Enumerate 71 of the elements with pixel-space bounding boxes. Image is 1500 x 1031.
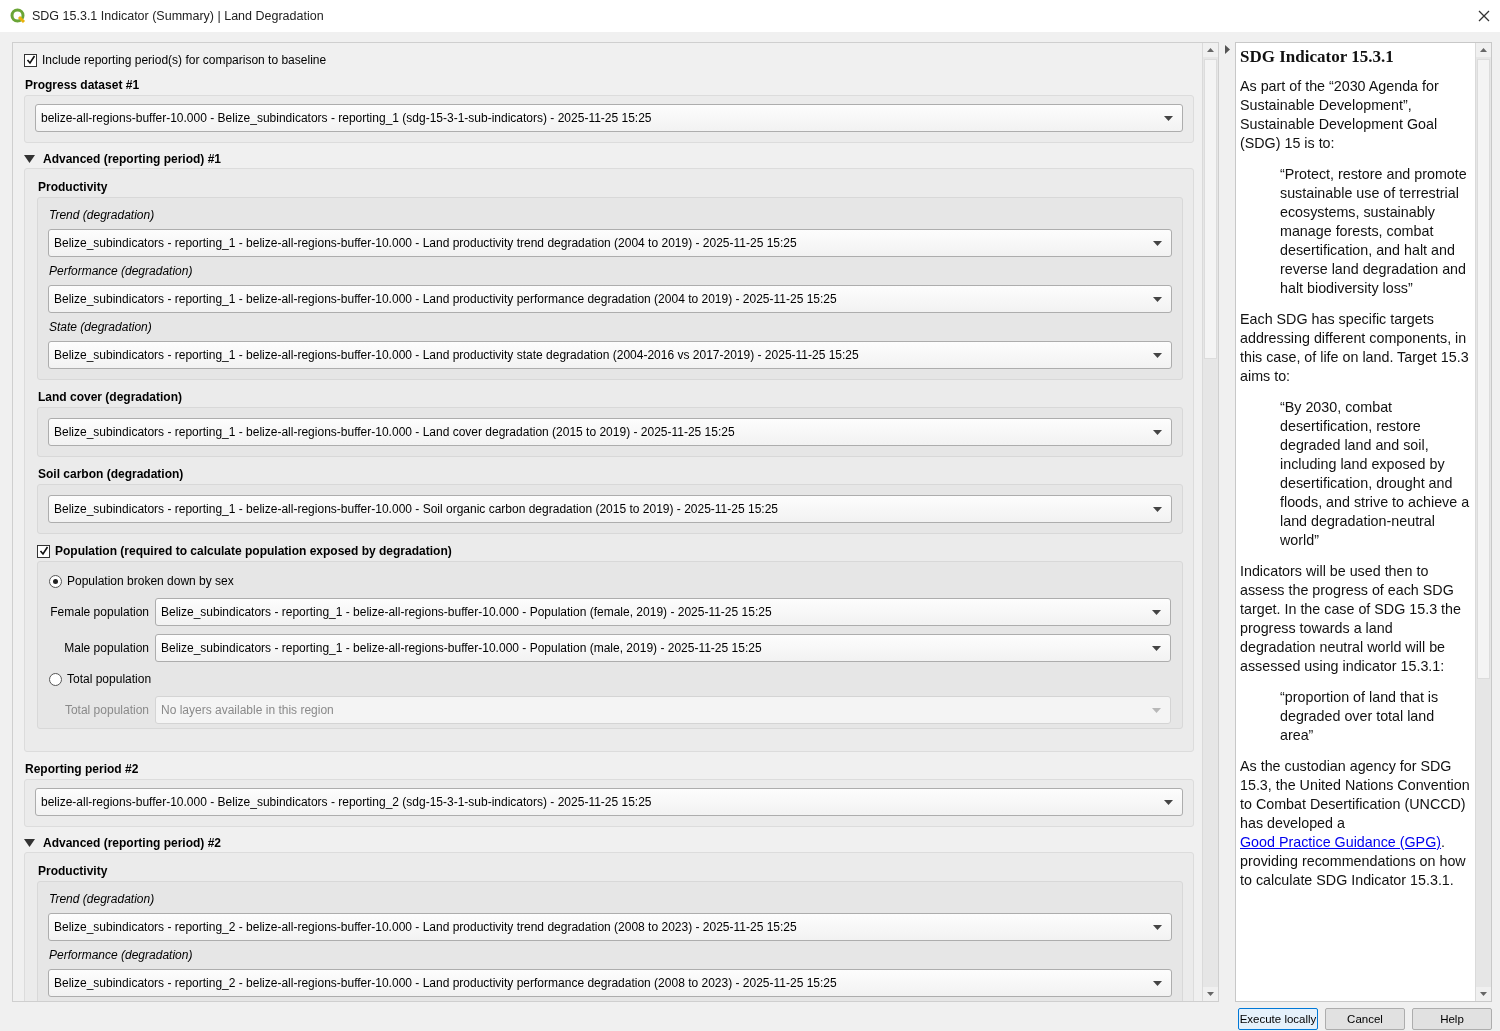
field-label: Male population bbox=[63, 641, 149, 655]
checkbox-label: Include reporting period(s) for comparison to baseline bbox=[42, 53, 327, 67]
scrollbar[interactable] bbox=[1202, 43, 1218, 1001]
section-heading: Soil carbon (degradation) bbox=[38, 467, 185, 481]
scroll-down-icon[interactable] bbox=[1207, 992, 1214, 996]
dropdown[interactable]: Belize_subindicators - reporting_1 - belize-all-regions-buffer-10.000 - Population (male, 2019) - 2025-11-25 15:25 bbox=[155, 634, 1171, 662]
close-icon[interactable] bbox=[1478, 10, 1490, 22]
caret-icon bbox=[1164, 799, 1173, 805]
window-title: SDG 15.3.1 Indicator (Summary) | Land Degradation bbox=[32, 9, 325, 23]
expand-icon[interactable] bbox=[24, 839, 35, 847]
section-heading: Productivity bbox=[38, 864, 109, 878]
field-label: Performance (degradation) bbox=[49, 264, 194, 278]
quote: “By 2030, combat desertification, restore degraded land and soil, including land exposed by desertification, drought and floods, and strive to achieve a land degradation-neutral world” bbox=[1280, 398, 1471, 550]
caret-icon bbox=[1152, 645, 1161, 651]
app-logo-icon bbox=[10, 8, 26, 24]
field-label: Performance (degradation) bbox=[49, 948, 194, 962]
scroll-down-icon[interactable] bbox=[1480, 992, 1487, 996]
scrollbar[interactable] bbox=[1475, 43, 1491, 1001]
info-title: SDG Indicator 15.3.1 bbox=[1240, 47, 1395, 67]
checkbox-label: Population (required to calculate population exposed by degradation) bbox=[55, 544, 452, 558]
field-label: Trend (degradation) bbox=[49, 208, 156, 222]
radio-button[interactable] bbox=[49, 672, 62, 686]
caret-icon bbox=[1153, 296, 1162, 302]
paragraph: As the custodian agency for SDG 15.3, the United Nations Convention to Combat Desertification (UNCCD) has developed a Good Practice Guidance (GPG). providing recommendations on how to calculate SDG Indicator 15.3.1. bbox=[1240, 757, 1471, 890]
paragraph: As part of the “2030 Agenda for Sustainable Development”, Sustainable Development Goal (SDG) 15 is to: bbox=[1240, 77, 1440, 153]
caret-icon bbox=[1152, 609, 1161, 615]
scroll-up-icon[interactable] bbox=[1480, 48, 1487, 52]
radio-label: Population broken down by sex bbox=[67, 574, 234, 588]
quote: “proportion of land that is degraded over total land area” bbox=[1280, 688, 1440, 745]
checkbox[interactable] bbox=[37, 544, 50, 558]
field-label: Total population bbox=[63, 703, 149, 717]
section-heading: Progress dataset #1 bbox=[25, 78, 141, 92]
radio-button[interactable] bbox=[49, 574, 62, 588]
section-heading: Reporting period #2 bbox=[25, 762, 140, 776]
section-heading: Advanced (reporting period) #1 bbox=[43, 152, 222, 166]
section-heading: Productivity bbox=[38, 180, 109, 194]
dropdown[interactable]: Belize_subindicators - reporting_1 - belize-all-regions-buffer-10.000 - Land productivity trend degradation (2004 to 2019) - 2025-11-25 15:25 bbox=[48, 229, 1172, 257]
dropdown[interactable]: Belize_subindicators - reporting_1 - belize-all-regions-buffer-10.000 - Land productivity performance degradation (2004 to 2019) - 2025-11-25 15:25 bbox=[48, 285, 1172, 313]
caret-icon bbox=[1153, 980, 1162, 986]
caret-icon bbox=[1164, 115, 1173, 121]
splitter-arrow-icon[interactable] bbox=[1224, 45, 1230, 54]
dropdown[interactable]: Belize_subindicators - reporting_1 - belize-all-regions-buffer-10.000 - Population (female, 2019) - 2025-11-25 15:25 bbox=[155, 598, 1171, 626]
field-label: State (degradation) bbox=[49, 320, 153, 334]
scroll-up-icon[interactable] bbox=[1207, 48, 1214, 52]
dropdown[interactable]: belize-all-regions-buffer-10.000 - Belize_subindicators - reporting_2 (sdg-15-3-1-sub-indicators) - 2025-11-25 15:25 bbox=[35, 788, 1183, 816]
dialog-button[interactable]: Help bbox=[1412, 1008, 1492, 1030]
dropdown[interactable]: Belize_subindicators - reporting_2 - belize-all-regions-buffer-10.000 - Land productivity performance degradation (2008 to 2023) - 2025-11-25 15:25 bbox=[48, 969, 1172, 997]
link[interactable]: Good Practice Guidance (GPG) bbox=[1240, 834, 1442, 850]
dropdown[interactable]: Belize_subindicators - reporting_1 - belize-all-regions-buffer-10.000 - Land productivity state degradation (2004-2016 vs 2017-2019) - 2025-11-25 15:25 bbox=[48, 341, 1172, 369]
dropdown[interactable]: belize-all-regions-buffer-10.000 - Belize_subindicators - reporting_1 (sdg-15-3-1-sub-indicators) - 2025-11-25 15:25 bbox=[35, 104, 1183, 132]
expand-icon[interactable] bbox=[24, 155, 35, 163]
field-label: Female population bbox=[49, 605, 149, 619]
checkbox[interactable] bbox=[24, 53, 37, 67]
caret-icon bbox=[1153, 429, 1162, 435]
section-heading: Advanced (reporting period) #2 bbox=[43, 836, 222, 850]
dropdown[interactable]: Belize_subindicators - reporting_2 - belize-all-regions-buffer-10.000 - Land productivity trend degradation (2008 to 2023) - 2025-11-25 15:25 bbox=[48, 913, 1172, 941]
field-label: Trend (degradation) bbox=[49, 892, 156, 906]
paragraph: Indicators will be used then to assess the progress of each SDG target. In the case of SDG 15.3 the progress towards a land degradation neutral world will be assessed using indicator 15.3.1: bbox=[1240, 562, 1462, 676]
dropdown[interactable]: Belize_subindicators - reporting_1 - belize-all-regions-buffer-10.000 - Land cover degradation (2015 to 2019) - 2025-11-25 15:25 bbox=[48, 418, 1172, 446]
dialog-button[interactable]: Execute locally bbox=[1238, 1008, 1318, 1030]
caret-icon bbox=[1153, 506, 1162, 512]
radio-label: Total population bbox=[67, 672, 152, 686]
caret-icon bbox=[1153, 924, 1162, 930]
dialog-button[interactable]: Cancel bbox=[1325, 1008, 1405, 1030]
paragraph: Each SDG has specific targets addressing different components, in this case, of life on land. Target 15.3 aims to: bbox=[1240, 310, 1470, 386]
caret-icon bbox=[1153, 352, 1162, 358]
dropdown[interactable]: Belize_subindicators - reporting_1 - belize-all-regions-buffer-10.000 - Soil organic carbon degradation (2015 to 2019) - 2025-11-25 15:25 bbox=[48, 495, 1172, 523]
caret-icon bbox=[1153, 240, 1162, 246]
caret-icon bbox=[1152, 707, 1161, 713]
section-heading: Land cover (degradation) bbox=[38, 390, 184, 404]
quote: “Protect, restore and promote sustainable use of terrestrial ecosystems, sustainably manage forests, combat desertification, and halt and reverse land degradation and halt biodiversity loss” bbox=[1280, 165, 1468, 298]
